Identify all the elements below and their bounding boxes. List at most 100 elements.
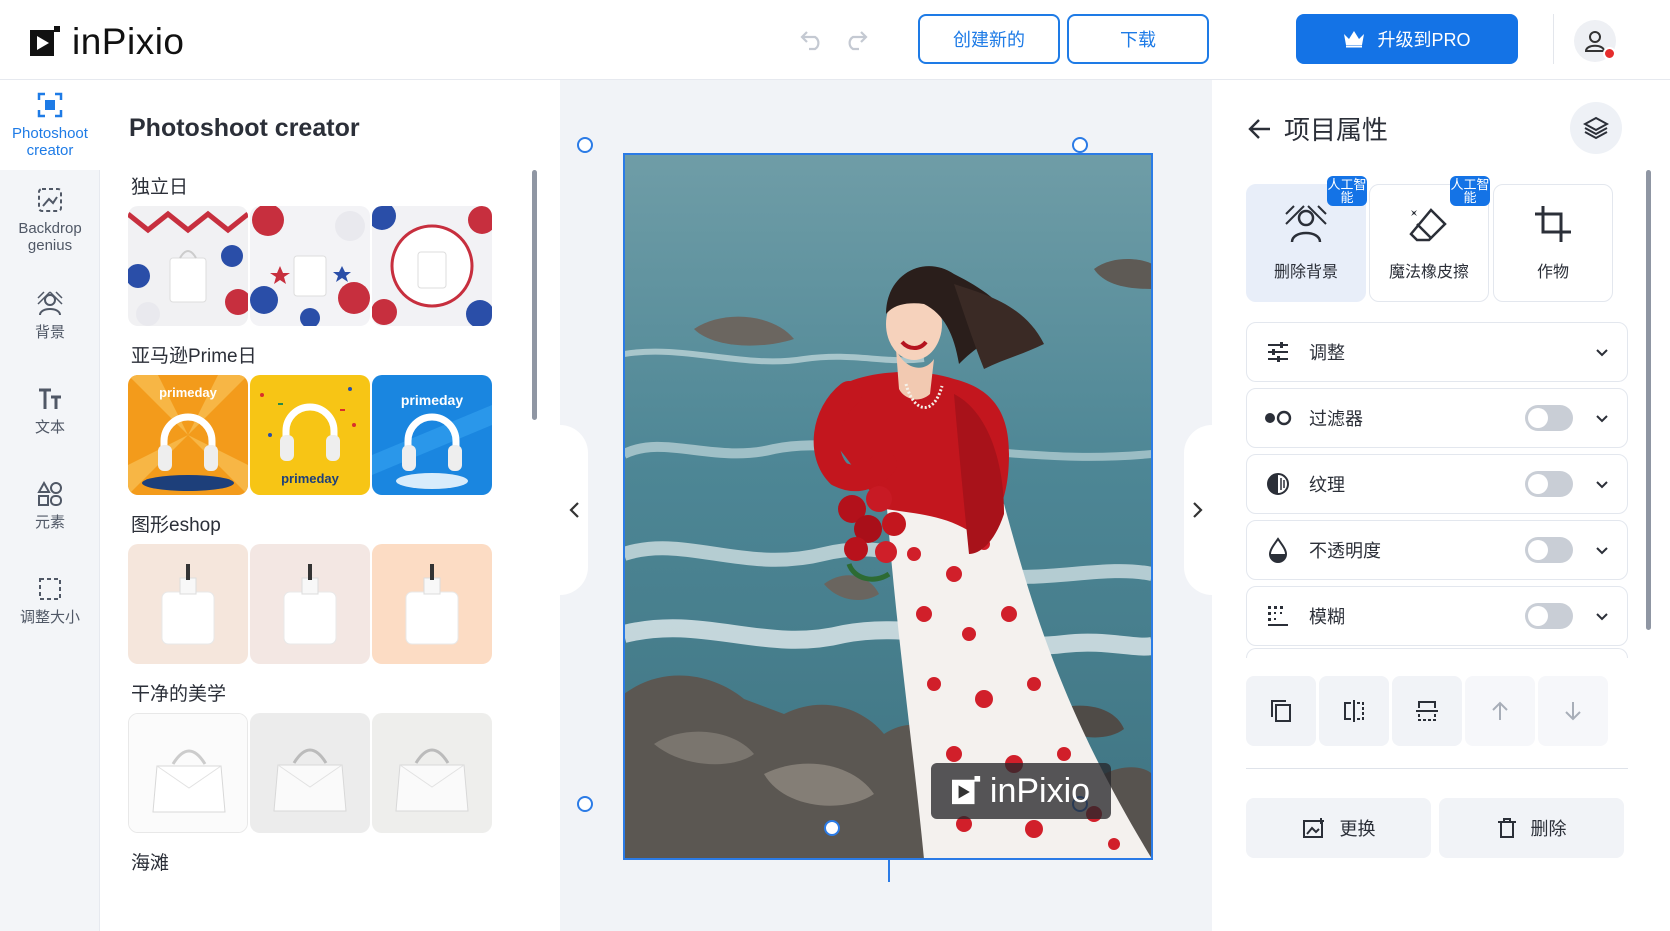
blur-toggle[interactable] <box>1525 603 1573 629</box>
sliders-icon <box>1263 341 1293 363</box>
remove-background-tool[interactable]: 人工智能 删除背景 <box>1246 176 1367 302</box>
opacity-label: 不透明度 <box>1309 541 1381 561</box>
watermark-text: inPixio <box>989 771 1091 810</box>
user-avatar[interactable] <box>1574 20 1616 62</box>
texture-toggle[interactable] <box>1525 471 1573 497</box>
filter-label: 过滤器 <box>1309 409 1363 429</box>
rail-item-resize[interactable]: 调整大小 <box>0 555 100 645</box>
blur-label: 模糊 <box>1309 607 1345 627</box>
send-backward-button[interactable] <box>1538 676 1608 746</box>
upgrade-pro-button[interactable]: 升级到PRO <box>1296 14 1518 64</box>
back-arrow-icon[interactable] <box>1248 118 1272 140</box>
properties-divider <box>1246 768 1628 769</box>
category-label: 独立日 <box>131 177 189 198</box>
replace-button[interactable]: 更换 <box>1246 798 1431 858</box>
delete-label: 删除 <box>1530 819 1567 839</box>
inpixio-watermark: inPixio <box>931 763 1111 819</box>
resize-handle-bottom-left[interactable] <box>577 796 593 812</box>
inpixio-logo-icon <box>30 26 62 58</box>
rotate-handle[interactable] <box>824 820 840 836</box>
category-label: 亚马逊Prime日 <box>131 346 257 367</box>
template-thumb[interactable] <box>128 544 248 664</box>
rail-item-photoshoot[interactable]: Photoshoot creator <box>0 80 100 170</box>
magic-eraser-tool[interactable]: 人工智能 魔法橡皮擦 <box>1369 176 1490 302</box>
blur-section[interactable]: 模糊 <box>1246 586 1628 646</box>
replace-image-icon <box>1302 818 1324 838</box>
filter-section[interactable]: 过滤器 <box>1246 388 1628 448</box>
remove-bg-icon <box>1285 205 1327 243</box>
download-button[interactable]: 下载 <box>1067 14 1209 64</box>
template-thumb[interactable] <box>372 544 492 664</box>
rail-item-background[interactable]: 背景 <box>0 270 100 360</box>
crop-tool[interactable]: 作物 <box>1493 184 1613 302</box>
rail-item-elements[interactable]: 元素 <box>0 460 100 550</box>
resize-handle-top-right[interactable] <box>1072 137 1088 153</box>
text-icon <box>39 388 61 409</box>
backdrop-icon <box>38 188 62 212</box>
duplicate-icon <box>1271 700 1291 722</box>
blur-icon <box>1263 604 1293 628</box>
inpixio-logo[interactable]: inPixio <box>30 20 185 64</box>
flip-horizontal-button[interactable] <box>1319 676 1389 746</box>
adjust-section[interactable]: 调整 <box>1246 322 1628 382</box>
template-thumb[interactable] <box>250 544 370 664</box>
inpixio-logo-icon <box>951 776 981 805</box>
duplicate-button[interactable] <box>1246 676 1316 746</box>
thumb-caption: primeday <box>401 392 463 408</box>
category-label: 图形eshop <box>131 515 221 536</box>
opacity-section[interactable]: 不透明度 <box>1246 520 1628 580</box>
delete-button[interactable]: 删除 <box>1439 798 1624 858</box>
chevron-down-icon <box>1595 348 1609 357</box>
resize-handle-top-left[interactable] <box>577 137 593 153</box>
template-thumb[interactable] <box>250 206 370 326</box>
create-new-button[interactable]: 创建新的 <box>918 14 1060 64</box>
collapse-left-panel[interactable] <box>560 425 588 595</box>
chevron-down-icon <box>1595 612 1609 621</box>
canvas-photo[interactable] <box>624 154 1152 859</box>
logo-text: inPixio <box>72 21 185 62</box>
texture-icon <box>1263 472 1293 496</box>
properties-title: 项目属性 <box>1284 115 1389 145</box>
rail-item-backdrop[interactable]: Backdrop genius <box>0 175 100 265</box>
ai-badge: 人工智能 <box>1450 176 1490 206</box>
rail-label: 背景 <box>34 323 65 341</box>
opacity-toggle[interactable] <box>1525 537 1573 563</box>
properties-scrollbar[interactable] <box>1646 170 1651 630</box>
template-thumb[interactable] <box>372 713 492 833</box>
undo-icon[interactable] <box>796 24 828 56</box>
template-thumb[interactable] <box>128 713 248 833</box>
more-section-peek <box>1246 648 1628 658</box>
flip-vertical-icon <box>1416 701 1438 721</box>
template-thumb[interactable] <box>128 206 248 326</box>
left-rail: Photoshoot creator Backdrop genius 背景 文本… <box>0 80 100 931</box>
flip-vertical-button[interactable] <box>1392 676 1462 746</box>
bring-forward-button[interactable] <box>1465 676 1535 746</box>
texture-label: 纹理 <box>1309 475 1345 495</box>
gallery-scrollbar[interactable] <box>532 170 537 420</box>
redo-icon[interactable] <box>840 24 872 56</box>
top-bar: inPixio 创建新的 下载 升级到PRO <box>0 0 1670 80</box>
template-thumb[interactable] <box>250 713 370 833</box>
rail-label: 文本 <box>34 418 65 436</box>
template-thumb[interactable]: primeday <box>250 375 370 495</box>
layers-button[interactable] <box>1570 102 1622 154</box>
rail-item-text[interactable]: 文本 <box>0 365 100 455</box>
arrow-up-icon <box>1492 701 1508 720</box>
filter-toggle[interactable] <box>1525 405 1573 431</box>
texture-section[interactable]: 纹理 <box>1246 454 1628 514</box>
template-thumb[interactable] <box>372 206 492 326</box>
upgrade-pro-label: 升级到PRO <box>1377 30 1471 50</box>
ai-badge: 人工智能 <box>1327 176 1367 206</box>
chevron-down-icon <box>1595 414 1609 423</box>
trash-icon <box>1497 818 1516 838</box>
thumb-caption: primeday <box>281 471 340 486</box>
tool-label: 删除背景 <box>1273 264 1338 281</box>
template-thumb[interactable]: primeday <box>128 375 248 495</box>
collapse-right-panel[interactable] <box>1184 425 1212 595</box>
template-thumb[interactable]: primeday <box>372 375 492 495</box>
filter-icon <box>1263 410 1293 426</box>
crop-icon <box>1535 206 1571 242</box>
chevron-right-icon <box>1193 502 1203 518</box>
notification-dot <box>1603 47 1616 60</box>
tool-label: 作物 <box>1536 264 1569 281</box>
